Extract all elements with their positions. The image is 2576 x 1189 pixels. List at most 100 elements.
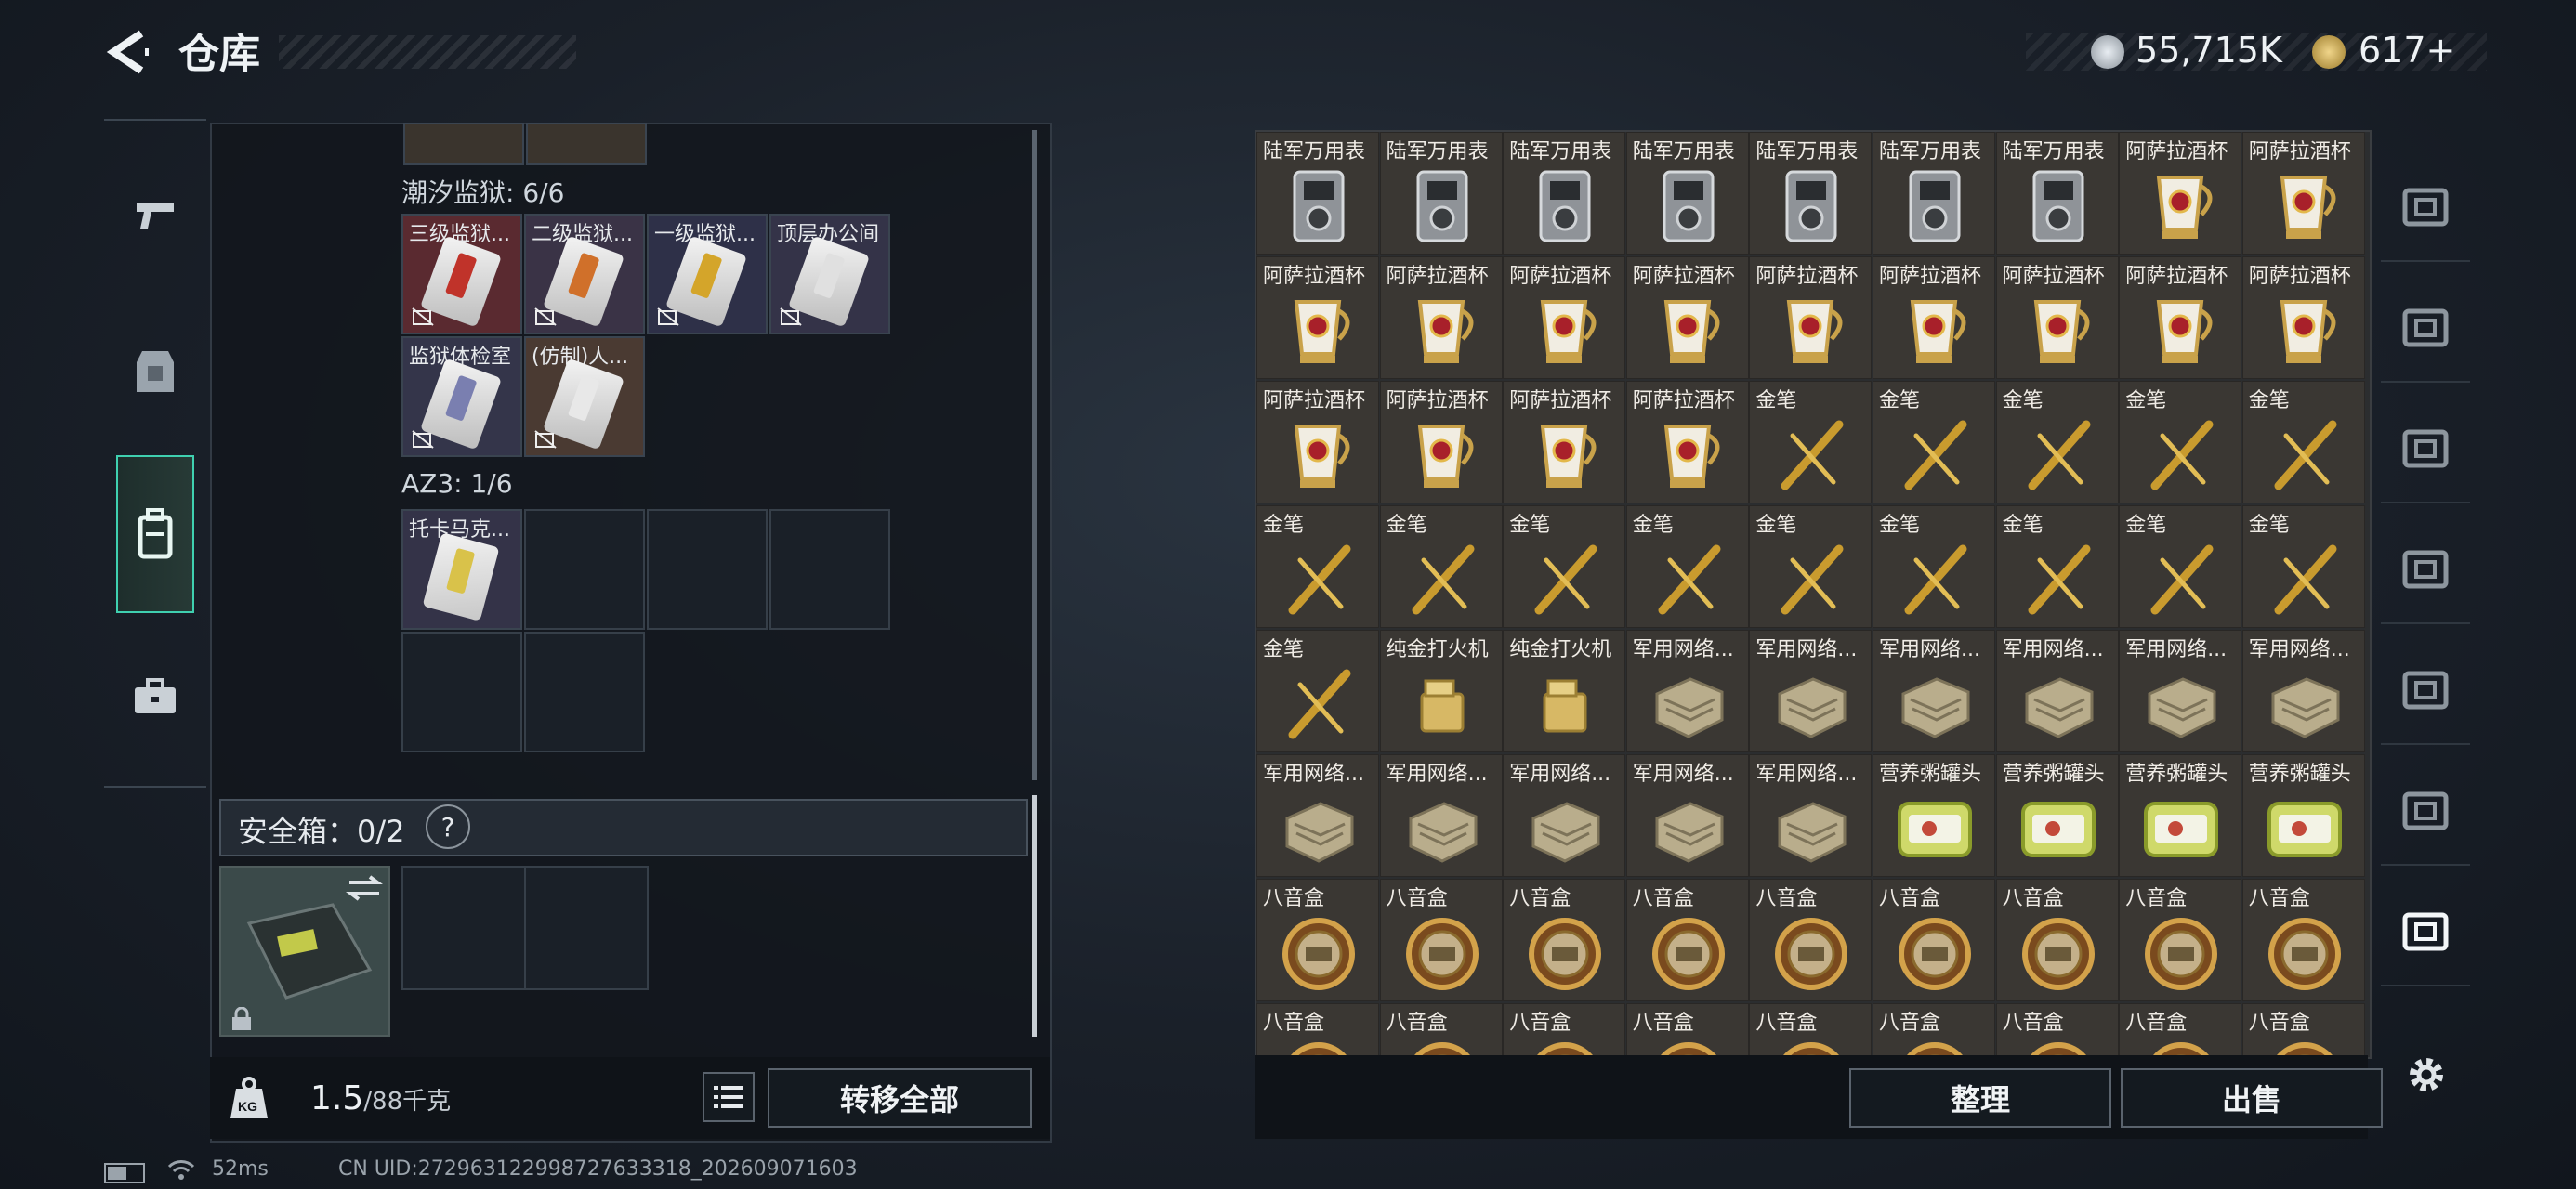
stash-item[interactable]: 金笔 (1873, 505, 1995, 628)
item-tokamak[interactable]: 托卡马克... (401, 509, 522, 630)
stash-item[interactable]: 阿萨拉酒杯 (2119, 256, 2242, 379)
stash-item[interactable]: 八音盒 (1256, 1003, 1379, 1057)
item-keycard[interactable]: (仿制)人... (524, 336, 645, 457)
attachment-2-icon[interactable] (2381, 275, 2470, 383)
sort-button[interactable]: 整理 (1849, 1068, 2111, 1128)
attachment-5b-icon[interactable] (2381, 758, 2470, 866)
stash-item[interactable]: 金笔 (2119, 381, 2242, 503)
empty-slot[interactable] (769, 509, 890, 630)
stash-item[interactable]: 军用网络... (1379, 754, 1503, 877)
armor-icon[interactable] (104, 297, 206, 446)
transfer-all-button[interactable]: 转移全部 (768, 1068, 1032, 1128)
item-keycard[interactable]: 一级监狱... (647, 214, 768, 334)
stash-item[interactable]: 金笔 (1256, 630, 1379, 752)
stash-item[interactable]: 阿萨拉酒杯 (1256, 381, 1379, 503)
stash-item[interactable]: 金笔 (2241, 505, 2365, 628)
stash-item[interactable]: 陆军万用表 (1625, 132, 1749, 255)
stash-item[interactable]: 阿萨拉酒杯 (1379, 381, 1503, 503)
stash-item[interactable]: 金笔 (1749, 505, 1873, 628)
stash-item[interactable]: 金笔 (1379, 505, 1503, 628)
stash-item[interactable]: 八音盒 (1749, 1003, 1873, 1057)
stash-item[interactable]: 八音盒 (2119, 879, 2242, 1001)
stash-item[interactable]: 阿萨拉酒杯 (1995, 256, 2119, 379)
stash-item[interactable]: 营养粥罐头 (1995, 754, 2119, 877)
stash-item[interactable]: 金笔 (2119, 505, 2242, 628)
attachment-4-plus-icon[interactable] (2381, 396, 2470, 503)
stash-item[interactable]: 金笔 (1256, 505, 1379, 628)
gear-icon[interactable] (2403, 1052, 2450, 1102)
stash-item[interactable]: 军用网络... (1625, 754, 1749, 877)
stash-item[interactable]: 军用网络... (1625, 630, 1749, 752)
attachment-5-icon[interactable] (2381, 637, 2470, 745)
stash-item[interactable]: 八音盒 (1625, 879, 1749, 1001)
stash-item[interactable]: 八音盒 (2241, 1003, 2365, 1057)
stash-item[interactable]: 八音盒 (2241, 879, 2365, 1001)
stash-item[interactable]: 营养粥罐头 (2119, 754, 2242, 877)
briefcase-icon[interactable] (104, 622, 206, 771)
stash-item[interactable]: 八音盒 (1379, 879, 1503, 1001)
stash-item[interactable]: 陆军万用表 (1503, 132, 1626, 255)
empty-slot[interactable] (524, 632, 645, 752)
item-keycard[interactable]: 二级监狱... (524, 214, 645, 334)
item-keycard[interactable]: 三级监狱... (401, 214, 522, 334)
stash-item[interactable]: 金笔 (1749, 381, 1873, 503)
attachment-3-icon[interactable] (2381, 516, 2470, 624)
stash-item[interactable]: 八音盒 (1873, 1003, 1995, 1057)
safe-slot[interactable] (401, 866, 526, 990)
partial-item-cell[interactable] (403, 123, 524, 165)
stash-item[interactable]: 八音盒 (1749, 879, 1873, 1001)
stash-item[interactable]: 阿萨拉酒杯 (1625, 256, 1749, 379)
stash-item[interactable]: 金笔 (1995, 505, 2119, 628)
stash-item[interactable]: 军用网络... (1873, 630, 1995, 752)
stash-item[interactable]: 八音盒 (1503, 879, 1626, 1001)
stash-item[interactable]: 阿萨拉酒杯 (2119, 132, 2242, 255)
list-view-button[interactable] (703, 1072, 755, 1122)
stash-item[interactable]: 纯金打火机 (1379, 630, 1503, 752)
stash-item[interactable]: 金笔 (1625, 505, 1749, 628)
pistol-icon[interactable] (104, 139, 206, 288)
stash-item[interactable]: 八音盒 (1503, 1003, 1626, 1057)
stash-item[interactable]: 八音盒 (1256, 879, 1379, 1001)
stash-item[interactable]: 军用网络... (2119, 630, 2242, 752)
partial-item-cell[interactable] (526, 123, 647, 165)
stash-item[interactable]: 八音盒 (1995, 879, 2119, 1001)
backpack-icon[interactable] (116, 455, 194, 613)
stash-item[interactable]: 军用网络... (1749, 754, 1873, 877)
empty-slot[interactable] (401, 632, 522, 752)
help-icon[interactable]: ? (426, 804, 470, 849)
stash-item[interactable]: 金笔 (1995, 381, 2119, 503)
item-keycard[interactable]: 监狱体检室 (401, 336, 522, 457)
attachment-5-active-icon[interactable] (2381, 879, 2470, 986)
stash-item[interactable]: 陆军万用表 (1379, 132, 1503, 255)
stash-item[interactable]: 金笔 (1503, 505, 1626, 628)
stash-item[interactable]: 营养粥罐头 (2241, 754, 2365, 877)
stash-item[interactable]: 阿萨拉酒杯 (2241, 256, 2365, 379)
stash-item[interactable]: 金笔 (2241, 381, 2365, 503)
stash-item[interactable]: 阿萨拉酒杯 (1503, 381, 1626, 503)
safe-slot[interactable] (524, 866, 649, 990)
stash-item[interactable]: 金笔 (1873, 381, 1995, 503)
sell-button[interactable]: 出售 (2121, 1068, 2383, 1128)
empty-slot[interactable] (647, 509, 768, 630)
stash-item[interactable]: 纯金打火机 (1503, 630, 1626, 752)
stash-item[interactable]: 阿萨拉酒杯 (2241, 132, 2365, 255)
stash-item[interactable]: 陆军万用表 (1256, 132, 1379, 255)
stash-item[interactable]: 八音盒 (1873, 879, 1995, 1001)
stash-item[interactable]: 阿萨拉酒杯 (1503, 256, 1626, 379)
stash-item[interactable]: 军用网络... (1749, 630, 1873, 752)
stash-item[interactable]: 营养粥罐头 (1873, 754, 1995, 877)
panel-scrollbar-thumb[interactable] (1032, 795, 1037, 1037)
back-button[interactable] (104, 28, 152, 76)
panel-scrollbar-track[interactable] (1032, 130, 1037, 780)
stash-item[interactable]: 八音盒 (1379, 1003, 1503, 1057)
stash-item[interactable]: 阿萨拉酒杯 (1625, 381, 1749, 503)
stash-item[interactable]: 八音盒 (2119, 1003, 2242, 1057)
stash-item[interactable]: 陆军万用表 (1749, 132, 1873, 255)
stash-item[interactable]: 阿萨拉酒杯 (1873, 256, 1995, 379)
stash-item[interactable]: 陆军万用表 (1873, 132, 1995, 255)
stash-item[interactable]: 阿萨拉酒杯 (1256, 256, 1379, 379)
stash-item[interactable]: 军用网络... (2241, 630, 2365, 752)
stash-item[interactable]: 军用网络... (1256, 754, 1379, 877)
stash-item[interactable]: 阿萨拉酒杯 (1379, 256, 1503, 379)
stash-item[interactable]: 八音盒 (1995, 1003, 2119, 1057)
